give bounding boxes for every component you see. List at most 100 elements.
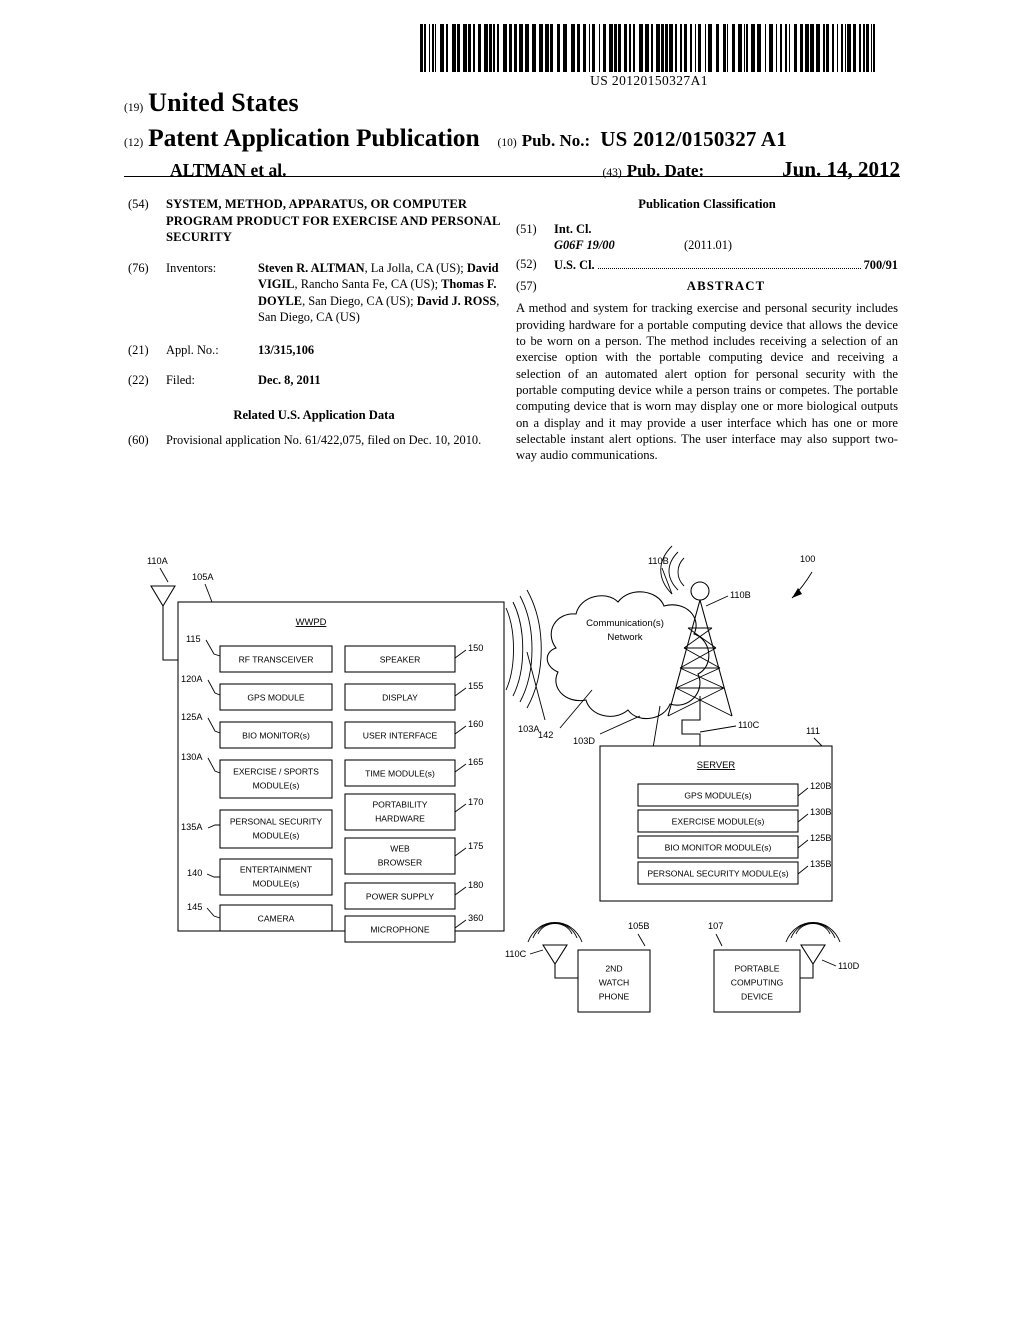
field-code-54: (54) — [128, 197, 149, 211]
pub-no-label: Pub. No.: — [521, 131, 591, 150]
int-cl-line: G06F 19/00 (2011.01) — [554, 237, 898, 254]
ref-103D-leader — [599, 715, 641, 735]
device-label-phone: PHONE — [599, 991, 630, 1001]
ref-160: 160 — [468, 719, 483, 729]
module-label-microphone: MICROPHONE — [370, 924, 429, 934]
ref-170: 170 — [468, 797, 483, 807]
ref-105B-leader — [637, 933, 646, 947]
module-label-display: DISPLAY — [382, 692, 418, 702]
field-code-57: (57) — [516, 279, 537, 294]
device-label-device: DEVICE — [741, 991, 773, 1001]
ref-107: 107 — [708, 921, 723, 931]
document-header: (19) United States (12) Patent Applicati… — [124, 88, 900, 182]
ref-110A: 110A — [147, 556, 169, 566]
ref-125B: 125B — [810, 833, 831, 843]
ref-105A: 105A — [192, 572, 214, 582]
ref-100-arrowhead — [792, 588, 802, 598]
module-label-entertainment-1: ENTERTAINMENT — [240, 864, 313, 874]
country-row: (19) United States — [124, 88, 900, 118]
authors-row: ALTMAN et al. (43) Pub. Date: Jun. 14, 2… — [124, 157, 900, 182]
abstract-text: A method and system for tracking exercis… — [516, 301, 898, 463]
field-code-43: (43) — [602, 167, 622, 179]
field-code-60: (60) — [128, 432, 149, 447]
barcode-block: US 20120150327A1 — [418, 24, 880, 89]
ref-110D: 110D — [838, 961, 860, 971]
ref-142: 142 — [538, 730, 553, 740]
field-code-21: (21) — [128, 342, 149, 357]
filed-label: Filed: — [166, 373, 195, 388]
publication-number-block: (10) Pub. No.: US 2012/0150327 A1 — [498, 127, 787, 152]
figure-svg: 100 110A 105A WWPD RF TRANSCEIVER 115 GP… — [147, 545, 860, 1013]
ref-111: 111 — [806, 726, 820, 736]
ref-115: 115 — [186, 634, 201, 644]
ref-103A-leader — [526, 651, 546, 721]
ref-110C-leader — [699, 725, 737, 733]
barcode-image — [420, 24, 875, 72]
module-label-personal-security-1: PERSONAL SECURITY — [230, 816, 323, 826]
biblio-right-column: Publication Classification (51) Int. Cl.… — [516, 196, 898, 464]
ref-100: 100 — [800, 554, 815, 564]
ref-150: 150 — [468, 643, 483, 653]
doctype-row: (12) Patent Application Publication (10)… — [124, 123, 900, 153]
pub-date-value: Jun. 14, 2012 — [782, 157, 900, 181]
us-cl-label: U.S. Cl. — [554, 257, 595, 272]
pub-no-value: US 2012/0150327 A1 — [600, 127, 787, 151]
ref-110B-side: 110B — [730, 590, 751, 600]
ref-103A: 103A — [518, 724, 540, 734]
module-label-exercise-sports-1: EXERCISE / SPORTS — [233, 766, 319, 776]
publication-number-barcode-text: US 20120150327A1 — [590, 73, 708, 88]
ref-130A: 130A — [181, 752, 203, 762]
cell-tower-icon — [660, 545, 733, 717]
ref-103D: 103D — [573, 736, 595, 746]
ref-175: 175 — [468, 841, 483, 851]
int-cl-code: G06F 19/00 — [554, 238, 615, 253]
provisional-text: Provisional application No. 61/422,075, … — [166, 432, 482, 447]
title-field: (54) SYSTEM, METHOD, APPARATUS, OR COMPU… — [128, 196, 500, 246]
ref-135B: 135B — [810, 859, 831, 869]
module-label-camera: CAMERA — [258, 913, 295, 923]
inventors-field: (76) Inventors: Steven R. ALTMAN, La Jol… — [128, 260, 500, 326]
wwpd-radio-waves-icon — [505, 589, 542, 709]
antenna-110A-icon — [150, 585, 176, 608]
us-cl-field: (52) U.S. Cl. 700/91 — [516, 256, 898, 274]
us-cl-value: 700/91 — [863, 257, 898, 272]
ref-110A-leader — [159, 567, 169, 583]
device-label-watch: WATCH — [599, 977, 630, 987]
int-cl-field: (51) Int. Cl. G06F 19/00 (2011.01) — [516, 221, 898, 254]
field-code-12: (12) — [124, 137, 144, 149]
ref-125A: 125A — [181, 712, 203, 722]
inventor-name-0: Steven R. ALTMAN — [258, 260, 365, 275]
us-cl-leader-dots — [597, 259, 861, 269]
ref-110C-device: 110C — [505, 949, 527, 959]
ref-120B: 120B — [810, 781, 831, 791]
ref-165: 165 — [468, 757, 483, 767]
int-cl-label: Int. Cl. — [554, 221, 592, 236]
ref-110C: 110C — [738, 720, 760, 730]
device-label-portable: PORTABLE — [734, 963, 779, 973]
ref-110B-top: 110B — [648, 556, 669, 566]
inventor-place-2: , San Diego, CA (US); — [302, 293, 417, 308]
appl-no-label: Appl. No.: — [166, 342, 219, 357]
document-type: Patent Application Publication — [148, 123, 480, 152]
module-label-speaker: SPEAKER — [380, 654, 421, 664]
inventor-name-3: David J. ROSS — [416, 293, 497, 308]
field-code-52: (52) — [516, 256, 537, 271]
publication-classification-heading: Publication Classification — [638, 197, 776, 211]
module-label-exercise-sports-2: MODULE(s) — [253, 780, 300, 790]
module-label-portability-1: PORTABILITY — [372, 799, 427, 809]
server-title: SERVER — [697, 759, 736, 770]
ref-105B: 105B — [628, 921, 649, 931]
module-label-portability-2: HARDWARE — [375, 813, 425, 823]
filed-field: (22) Filed: Dec. 8, 2011 — [128, 372, 500, 389]
server-module-label-exercise: EXERCISE MODULE(s) — [672, 816, 765, 826]
ref-145: 145 — [187, 902, 202, 912]
module-label-entertainment-2: MODULE(s) — [253, 878, 300, 888]
ref-110B-side-leader — [705, 595, 729, 607]
filed-value: Dec. 8, 2011 — [258, 373, 321, 388]
pub-date-label: Pub. Date: — [626, 161, 705, 180]
module-label-user-interface: USER INTERFACE — [363, 730, 438, 740]
inventor-place-0: , La Jolla, CA (US); — [364, 260, 467, 275]
module-label-power-supply: POWER SUPPLY — [366, 891, 434, 901]
module-label-gps: GPS MODULE — [247, 692, 305, 702]
header-divider — [124, 176, 900, 177]
